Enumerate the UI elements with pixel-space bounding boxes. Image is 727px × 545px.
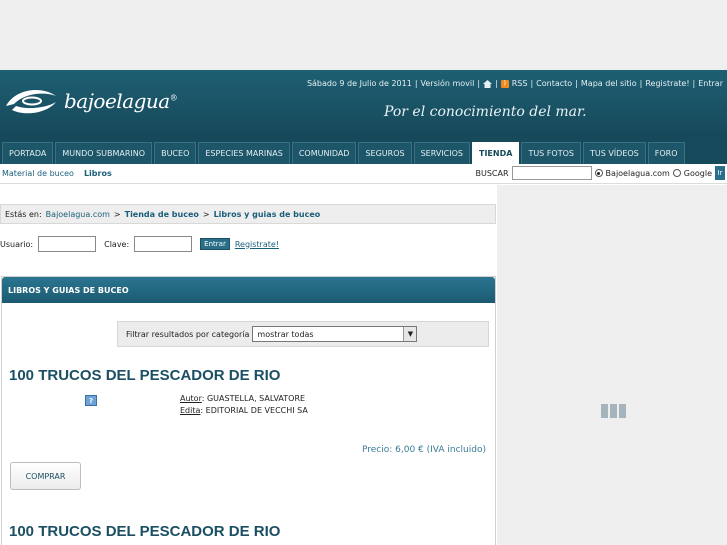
fish-swoosh-icon: [6, 90, 56, 114]
product-title[interactable]: 100 TRUCOS DEL PESCADOR DE RIO: [9, 367, 280, 384]
missing-image-icon[interactable]: ?: [85, 395, 97, 406]
tab-foro[interactable]: FORO: [647, 142, 685, 164]
username-input[interactable]: [38, 236, 97, 252]
author-value: : GUASTELLA, SALVATORE: [201, 394, 306, 403]
category-select-value: mostrar todas: [257, 329, 314, 339]
tab-comunidad[interactable]: COMUNIDAD: [291, 142, 357, 164]
date-text: Sábado 9 de Julio de 2011: [306, 79, 412, 88]
publisher-value: : EDITORIAL DE VECCHI SA: [200, 406, 308, 415]
loading-indicator-icon: [601, 404, 626, 418]
breadcrumb-shop[interactable]: Tienda de buceo: [125, 210, 199, 219]
chevron-down-icon: ▼: [403, 327, 417, 341]
register-link[interactable]: Registrate!: [645, 79, 689, 88]
register-link-login[interactable]: Registrate!: [235, 240, 279, 249]
password-input[interactable]: [134, 236, 193, 252]
rss-icon[interactable]: ): [500, 79, 509, 88]
tab-portada[interactable]: PORTADA: [2, 142, 54, 164]
user-label: Usuario:: [0, 239, 34, 249]
login-link[interactable]: Entrar: [698, 79, 723, 88]
category-select[interactable]: mostrar todas ▼: [252, 326, 418, 342]
author-label[interactable]: Autor: [180, 394, 202, 403]
password-label: Clave:: [104, 239, 130, 249]
radio-google-label: Google: [683, 168, 712, 178]
tab-servicios[interactable]: SERVICIOS: [413, 142, 470, 164]
subnav-libros[interactable]: Libros: [84, 169, 112, 178]
search-label: BUSCAR: [475, 168, 509, 178]
radio-bajoelagua-label: Bajoelagua.com: [605, 168, 670, 178]
breadcrumb-home[interactable]: Bajoelagua.com: [46, 210, 110, 219]
category-filter: Filtrar resultados por categoría mostrar…: [117, 321, 489, 347]
subnav-material-de-buceo[interactable]: Material de buceo: [2, 169, 74, 178]
buy-button[interactable]: COMPRAR: [10, 462, 81, 490]
top-links-bar: Sábado 9 de Julio de 2011 | Versión movi…: [306, 79, 723, 88]
search-go-button[interactable]: Ir: [715, 166, 725, 180]
breadcrumb-prefix: Estás en:: [5, 209, 42, 219]
sub-navigation: Material de buceo Libros BUSCAR Bajoelag…: [0, 164, 727, 184]
login-button[interactable]: Entrar: [200, 238, 230, 250]
product-title[interactable]: 100 TRUCOS DEL PESCADOR DE RIO: [9, 523, 280, 540]
top-blank-area: [0, 0, 727, 70]
panel-title: LIBROS Y GUIAS DE BUCEO: [2, 277, 495, 303]
tagline: Por el conocimiento del mar.: [384, 104, 587, 120]
main-nav-tabs: PORTADA MUNDO SUBMARINO BUCEO ESPECIES M…: [0, 136, 727, 164]
home-icon[interactable]: [483, 79, 493, 88]
publisher-label[interactable]: Edita: [180, 406, 200, 415]
breadcrumb-current[interactable]: Libros y guias de buceo: [214, 210, 321, 219]
site-header: bajoelagua® Sábado 9 de Julio de 2011 | …: [0, 70, 727, 136]
tab-buceo[interactable]: BUCEO: [154, 142, 197, 164]
mobile-version-link[interactable]: Versión movil: [421, 79, 475, 88]
search-bar: BUSCAR Bajoelagua.com Google Ir: [475, 166, 725, 180]
right-sidebar: [497, 185, 727, 545]
tab-especies-marinas[interactable]: ESPECIES MARINAS: [198, 142, 290, 164]
search-input[interactable]: [511, 166, 592, 180]
radio-bajoelagua[interactable]: [594, 169, 603, 177]
radio-google[interactable]: [672, 169, 681, 177]
tab-mundo-submarino[interactable]: MUNDO SUBMARINO: [55, 142, 153, 164]
tab-tus-videos[interactable]: TUS VÍDEOS: [582, 142, 646, 164]
product-meta: Autor: GUASTELLA, SALVATORE Edita: EDITO…: [180, 393, 308, 417]
breadcrumb: Estás en: Bajoelagua.com > Tienda de buc…: [0, 204, 496, 224]
tab-seguros[interactable]: SEGUROS: [358, 142, 412, 164]
main-content: Estás en: Bajoelagua.com > Tienda de buc…: [0, 185, 497, 545]
contact-link[interactable]: Contacto: [536, 79, 572, 88]
logo-text: bajoelagua®: [64, 89, 178, 113]
product-price: Precio: 6,00 € (IVA incluido): [362, 445, 486, 455]
sitemap-link[interactable]: Mapa del sitio: [581, 79, 637, 88]
tab-tienda[interactable]: TIENDA: [472, 142, 520, 164]
tab-tus-fotos[interactable]: TUS FOTOS: [521, 142, 581, 164]
login-form: Usuario: Clave: Entrar Registrate!: [0, 236, 279, 252]
site-logo[interactable]: bajoelagua®: [2, 84, 178, 118]
books-panel: LIBROS Y GUIAS DE BUCEO Filtrar resultad…: [1, 276, 496, 545]
rss-link[interactable]: RSS: [512, 79, 528, 88]
filter-label: Filtrar resultados por categoría: [126, 329, 250, 339]
